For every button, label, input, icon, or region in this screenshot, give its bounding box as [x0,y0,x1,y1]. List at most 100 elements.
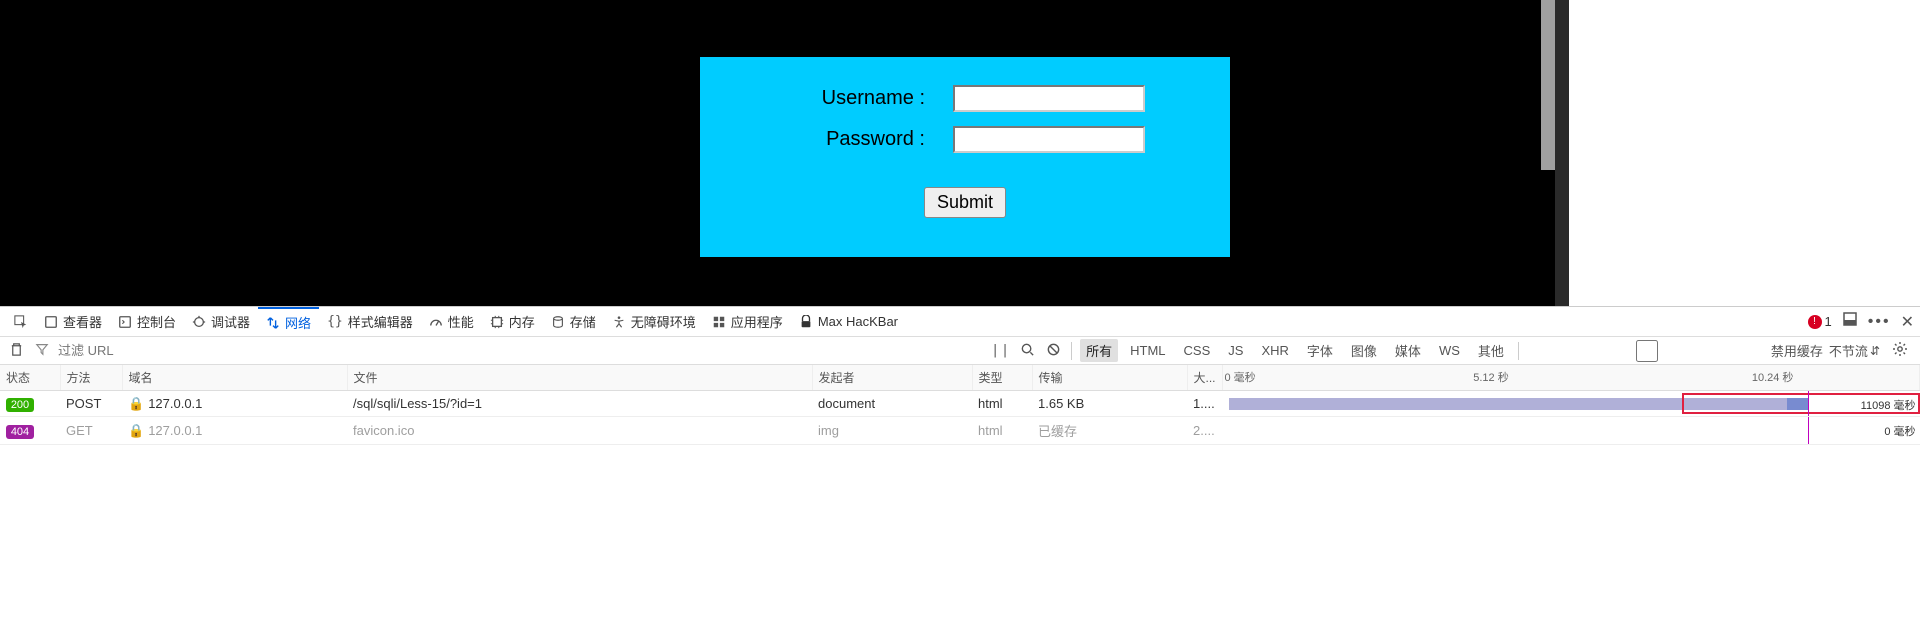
lock-icon: 🔒 [128,396,144,411]
cell-transferred: 1.65 KB [1032,391,1187,417]
page-scrollbar[interactable] [1541,0,1555,170]
error-indicator[interactable]: ! 1 [1808,314,1832,329]
tab-hackbar-label: Max HacKBar [818,314,898,329]
network-filter-bar: || 所有 HTML CSS JS XHR 字体 图像 媒体 WS 其他 禁用缓… [0,337,1920,365]
tab-application-label: 应用程序 [731,312,783,331]
separator [1071,342,1072,360]
password-label: Password : [785,128,925,151]
cell-size: 1.... [1187,391,1222,417]
pick-element-button[interactable] [6,307,36,337]
chevron-down-icon: ⇵ [1870,344,1880,358]
scroll-track [1555,0,1569,306]
close-devtools-button[interactable]: ✕ [1901,312,1914,332]
tab-inspector-label: 查看器 [63,312,102,331]
tab-inspector[interactable]: 查看器 [36,307,110,337]
filter-xhr[interactable]: XHR [1255,341,1294,360]
network-table: 状态 方法 域名 文件 发起者 类型 传输 大... 0 毫秒 5.12 秒 1… [0,365,1920,445]
username-input[interactable] [953,85,1145,112]
disable-cache-toggle[interactable]: 禁用缓存 [1527,340,1823,362]
col-type[interactable]: 类型 [972,365,1032,391]
dock-button[interactable] [1842,311,1858,332]
cell-domain: 🔒127.0.0.1 [122,417,347,445]
submit-button[interactable]: Submit [924,187,1006,218]
filter-fonts[interactable]: 字体 [1301,339,1339,362]
cell-initiator: img [812,417,972,445]
table-row[interactable]: 404 GET 🔒127.0.0.1 favicon.ico img html … [0,417,1920,445]
url-filter-input[interactable] [58,340,298,362]
filter-button[interactable] [32,342,52,359]
storage-icon [551,315,565,329]
throttle-select[interactable]: 不节流 ⇵ [1829,341,1880,360]
tab-storage-label: 存储 [570,312,596,331]
tab-accessibility[interactable]: 无障碍环境 [604,307,704,337]
tab-memory-label: 内存 [509,312,535,331]
throttle-label: 不节流 [1829,341,1868,360]
tab-hackbar[interactable]: Max HacKBar [791,307,906,337]
block-button[interactable] [1043,342,1063,360]
separator [1518,342,1519,360]
filter-css[interactable]: CSS [1178,341,1217,360]
tab-network[interactable]: 网络 [258,307,319,337]
lock-icon: 🔒 [128,423,144,438]
waterfall-tick-0: 0 毫秒 [1225,369,1256,385]
tab-console-label: 控制台 [137,312,176,331]
tab-performance-label: 性能 [448,312,474,331]
error-icon: ! [1808,315,1822,329]
waterfall-tick-end: 10.24 秒 [1752,369,1794,385]
filter-images[interactable]: 图像 [1345,339,1383,362]
waterfall-tick-mid: 5.12 秒 [1473,369,1508,385]
tab-console[interactable]: 控制台 [110,307,184,337]
login-form: Username : Password : Submit [700,57,1230,257]
tab-storage[interactable]: 存储 [543,307,604,337]
cell-file: favicon.ico [347,417,812,445]
hackbar-icon [799,315,813,329]
application-icon [712,315,726,329]
devtools-right-controls: ! 1 ••• ✕ [1808,311,1914,332]
password-input[interactable] [953,126,1145,153]
settings-button[interactable] [1886,341,1914,361]
tab-styleeditor-label: 样式编辑器 [348,312,413,331]
devtools-tab-bar: 查看器 控制台 调试器 网络 {} 样式编辑器 性能 内存 存储 [0,307,1920,337]
cell-size: 2.... [1187,417,1222,445]
block-icon [1046,342,1061,357]
clear-button[interactable] [6,342,26,360]
pause-button[interactable]: || [991,343,1011,358]
cell-type: html [972,391,1032,417]
col-method[interactable]: 方法 [60,365,122,391]
filter-all[interactable]: 所有 [1080,339,1118,362]
tab-debugger[interactable]: 调试器 [184,307,258,337]
accessibility-icon [612,315,626,329]
disable-cache-checkbox[interactable] [1527,340,1767,362]
memory-icon [490,315,504,329]
col-domain[interactable]: 域名 [122,365,347,391]
col-initiator[interactable]: 发起者 [812,365,972,391]
cell-transferred: 已缓存 [1032,417,1187,445]
username-row: Username : [700,85,1230,112]
styleeditor-icon: {} [327,314,343,329]
filter-html[interactable]: HTML [1124,341,1171,360]
col-file[interactable]: 文件 [347,365,812,391]
filter-js[interactable]: JS [1222,341,1249,360]
table-row[interactable]: 200 POST 🔒127.0.0.1 /sql/sqli/Less-15/?i… [0,391,1920,417]
more-button[interactable]: ••• [1868,313,1891,331]
tab-styleeditor[interactable]: {} 样式编辑器 [319,307,421,337]
tab-performance[interactable]: 性能 [421,307,482,337]
tab-application[interactable]: 应用程序 [704,307,791,337]
col-size[interactable]: 大... [1187,365,1222,391]
search-button[interactable] [1017,342,1037,360]
col-waterfall[interactable]: 0 毫秒 5.12 秒 10.24 秒 [1222,365,1920,391]
tab-memory[interactable]: 内存 [482,307,543,337]
filter-ws[interactable]: WS [1433,341,1466,360]
cell-file: /sql/sqli/Less-15/?id=1 [347,391,812,417]
filter-other[interactable]: 其他 [1472,339,1510,362]
cell-method: GET [60,417,122,445]
col-transferred[interactable]: 传输 [1032,365,1187,391]
trash-icon [9,342,24,357]
col-status[interactable]: 状态 [0,365,60,391]
disable-cache-label: 禁用缓存 [1771,341,1823,360]
dock-icon [1842,311,1858,327]
filter-media[interactable]: 媒体 [1389,339,1427,362]
devtools-panel: 查看器 控制台 调试器 网络 {} 样式编辑器 性能 内存 存储 [0,306,1920,639]
pick-element-icon [14,315,28,329]
search-icon [1020,342,1035,357]
